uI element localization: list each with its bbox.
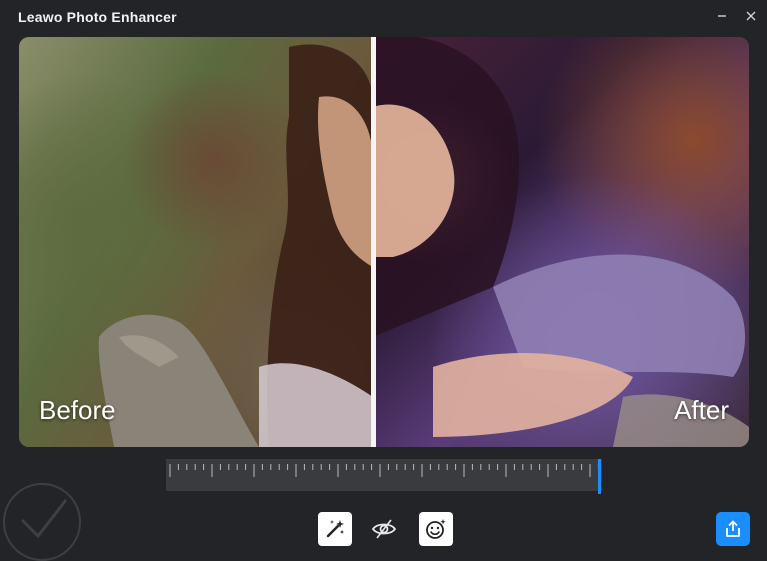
background-watermark-logo [3,483,81,561]
timeline-scrubber[interactable] [166,459,602,491]
after-photo-illustration [373,37,749,447]
close-button[interactable] [741,7,761,27]
before-image [19,37,373,447]
comparison-preview[interactable]: Before After [19,37,749,447]
comparison-divider-handle[interactable] [371,37,376,447]
app-window: Leawo Photo Enhancer Before After [0,0,767,561]
timeline-ticks [169,464,599,477]
app-title: Leawo Photo Enhancer [18,9,177,25]
after-label: After [674,395,729,425]
eye-compare-icon [371,519,397,539]
title-bar: Leawo Photo Enhancer [0,0,767,34]
magic-wand-icon [326,520,344,538]
face-enhance-button[interactable] [419,512,453,546]
timeline-playhead[interactable] [598,459,601,494]
compare-view-button[interactable] [367,512,401,546]
minimize-icon [718,15,726,17]
face-sparkle-icon [426,519,446,539]
magic-wand-button[interactable] [318,512,352,546]
close-icon [746,11,756,21]
minimize-button[interactable] [712,7,732,27]
before-label: Before [39,395,116,425]
share-export-button[interactable] [716,512,750,546]
after-image [373,37,749,447]
share-icon [726,520,740,537]
before-photo-illustration [98,44,373,447]
